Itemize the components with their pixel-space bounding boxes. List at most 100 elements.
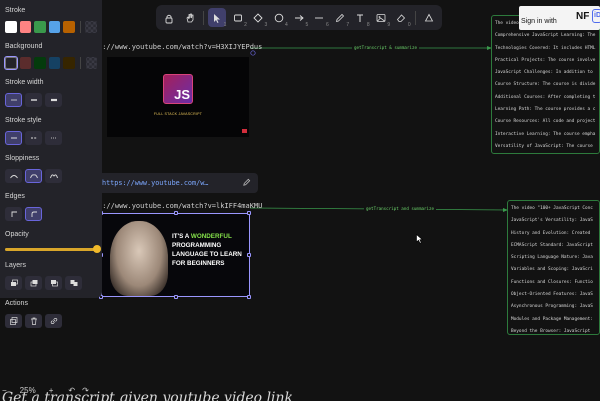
summary-line: Object-Oriented Features: JavaS	[511, 292, 593, 298]
edges-round-button[interactable]	[25, 207, 42, 221]
selection-handle[interactable]	[247, 253, 251, 257]
arrow-tool-button[interactable]: 5	[290, 8, 308, 28]
zoom-in-button[interactable]: +	[49, 386, 54, 395]
stroke-style-dotted-button[interactable]	[45, 131, 62, 145]
sloppiness-architect-button[interactable]	[5, 169, 22, 183]
send-to-back-button[interactable]	[5, 276, 22, 290]
stroke-width-extra-bold-button[interactable]	[45, 93, 62, 107]
stroke-color-swatch[interactable]	[19, 21, 31, 33]
link-icon[interactable]	[45, 314, 62, 328]
summary-line: Course Structure: The course is divide	[495, 82, 596, 88]
undo-button[interactable]: ↶	[68, 386, 75, 395]
hand-tool-button[interactable]	[180, 8, 198, 27]
actions-options	[5, 314, 97, 328]
stroke-color-swatch[interactable]	[63, 21, 75, 33]
edges-sharp-button[interactable]	[5, 207, 22, 221]
embed-link-bar[interactable]: https://www.youtube.com/w…	[96, 173, 258, 193]
lock-icon	[165, 14, 173, 23]
edit-link-icon[interactable]	[242, 178, 251, 187]
image-icon	[376, 13, 386, 22]
summary-line: Beyond the Browser: JavaScript	[511, 328, 591, 334]
stroke-colors	[5, 21, 97, 33]
main-toolbar: 1 2 3 4 5 6 7 8 9 0	[156, 5, 442, 30]
sloppiness-cartoonist-button[interactable]	[45, 169, 62, 183]
tool-shortcut-key: 3	[264, 22, 268, 28]
selection-handle[interactable]	[247, 295, 251, 299]
youtube-url-1[interactable]: s://www.youtube.com/watch?v=H3XIJYEPdus	[98, 43, 262, 51]
properties-panel: Stroke Background Stroke width Stroke st…	[0, 0, 102, 328]
eraser-tool-button[interactable]: 0	[392, 8, 411, 28]
mouse-cursor-icon	[416, 234, 424, 244]
stroke-style-solid-button[interactable]	[5, 131, 22, 145]
stroke-style-options	[5, 131, 97, 145]
opacity-label: Opacity	[5, 231, 29, 238]
js-logo-text: JS	[174, 87, 190, 102]
summary-line: Learning Path: The course provides a c	[495, 107, 596, 113]
delete-icon[interactable]	[25, 314, 42, 328]
youtube-url-3[interactable]: s://www.youtube.com/watch?v=lkIFF4maKMU	[98, 202, 262, 210]
id-badge: iD	[592, 9, 600, 23]
eraser-icon	[397, 13, 406, 22]
summary-card-1[interactable]: The video ' Comprehensive JavaScript Lear…	[491, 15, 600, 154]
signin-widget[interactable]: Sign in with NF iD	[519, 6, 600, 30]
background-color-swatch[interactable]	[63, 57, 75, 69]
video-thumbnail-1[interactable]: JS FULL STACK JAVASCRIPT	[107, 57, 249, 137]
stroke-color-swatch[interactable]	[34, 21, 46, 33]
summary-line: Versatility of JavaScript: The course	[495, 143, 593, 149]
background-color-swatch[interactable]	[34, 57, 46, 69]
line-icon	[315, 17, 324, 18]
swatch-separator	[79, 57, 81, 69]
stroke-color-swatch[interactable]	[5, 21, 17, 33]
pencil-tool-button[interactable]: 7	[331, 8, 349, 28]
zoom-level[interactable]: 25%	[14, 386, 42, 395]
bring-to-front-button[interactable]	[65, 276, 82, 290]
toolbar-separator	[202, 10, 204, 25]
lock-tool-button[interactable]	[160, 8, 178, 27]
tool-shortcut-key: 4	[285, 22, 288, 28]
opacity-slider[interactable]	[5, 244, 101, 254]
background-color-swatch[interactable]	[19, 57, 32, 69]
summary-card-2[interactable]: The video "100+ JavaScript Conc JavaScrip…	[507, 200, 600, 335]
zoom-out-button[interactable]: −	[2, 386, 7, 395]
stroke-color-custom-picker[interactable]	[85, 21, 97, 33]
stroke-width-thin-button[interactable]	[5, 93, 22, 107]
background-color-swatch[interactable]	[48, 57, 61, 69]
embed-link-text[interactable]: https://www.youtube.com/w…	[102, 179, 208, 187]
pencil-icon	[335, 13, 345, 22]
text-tool-button[interactable]: 8	[351, 8, 370, 28]
background-label: Background	[5, 43, 43, 50]
duplicate-icon[interactable]	[5, 314, 22, 328]
image-tool-button[interactable]: 9	[372, 8, 390, 28]
stroke-style-label: Stroke style	[5, 117, 42, 124]
signin-text: Sign in with	[521, 18, 557, 25]
selection-handle[interactable]	[174, 295, 178, 299]
selection-handle[interactable]	[174, 211, 178, 215]
tool-shortcut-key: 8	[366, 22, 370, 28]
diamond-tool-button[interactable]: 3	[249, 8, 268, 28]
stroke-style-dashed-button[interactable]	[25, 131, 42, 145]
selection-tool-button[interactable]: 1	[207, 8, 227, 28]
opacity-slider-thumb[interactable]	[93, 245, 101, 253]
ellipse-tool-button[interactable]: 4	[269, 8, 288, 28]
send-backward-button[interactable]	[25, 276, 42, 290]
summary-line: Comprehensive JavaScript Learning: The	[495, 33, 596, 39]
summary-line: Additional Courses: After completing t	[495, 94, 596, 100]
background-color-custom-picker[interactable]	[85, 57, 98, 69]
stroke-width-bold-button[interactable]	[25, 93, 42, 107]
stroke-color-swatch[interactable]	[48, 21, 60, 33]
redo-button[interactable]: ↷	[82, 386, 89, 395]
background-colors	[4, 56, 98, 70]
extra-tools-tool-button[interactable]	[420, 8, 438, 27]
bring-forward-button[interactable]	[45, 276, 62, 290]
background-color-swatch[interactable]	[4, 56, 18, 70]
hand-icon	[186, 13, 194, 22]
summary-line: ECMAScript Standard: JavaScript	[511, 242, 593, 248]
line-tool-button[interactable]: 6	[310, 8, 329, 28]
selection-handle[interactable]	[247, 211, 251, 215]
sloppiness-artist-button[interactable]	[25, 169, 42, 183]
summary-line: Scripting Language Nature: Java	[511, 255, 593, 261]
summary-line: Functions and Closures: Functio	[511, 279, 593, 285]
selection-icon	[214, 13, 221, 23]
sloppiness-options	[5, 169, 97, 183]
rectangle-tool-button[interactable]: 2	[228, 8, 247, 28]
